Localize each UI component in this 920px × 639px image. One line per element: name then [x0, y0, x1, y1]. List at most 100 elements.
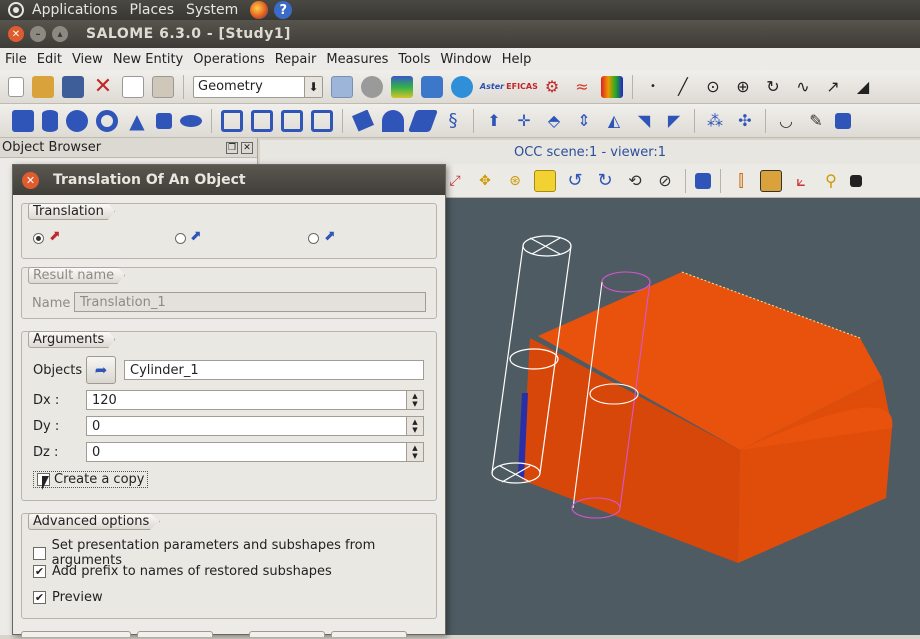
add-prefix-row[interactable]: ✔ Add prefix to names of restored subsha… — [33, 564, 332, 579]
translation-mode-radio-1[interactable] — [33, 233, 44, 244]
dump-view-icon[interactable] — [760, 169, 782, 192]
fillet-icon[interactable]: ◡ — [775, 110, 797, 132]
menu-view[interactable]: View — [72, 52, 103, 67]
graduated-axes-icon[interactable] — [850, 174, 862, 187]
revolution-icon[interactable] — [382, 109, 404, 132]
window-minimize-icon[interactable]: – — [30, 26, 46, 42]
extrusion-icon[interactable] — [352, 109, 374, 132]
dy-spin-arrows-icon[interactable]: ▲ ▼ — [406, 417, 423, 435]
vector-icon[interactable]: ↗ — [822, 76, 844, 98]
yacs-module-icon[interactable] — [421, 75, 443, 98]
cone-icon[interactable]: ▲ — [126, 109, 148, 133]
result-name-field[interactable]: Translation_1 — [74, 292, 426, 312]
cut-icon[interactable] — [281, 109, 303, 132]
applications-menu[interactable]: Applications — [32, 2, 118, 18]
dz-spinbox[interactable]: 0 ▲ ▼ — [86, 442, 424, 462]
window-close-icon[interactable]: ✕ — [8, 26, 24, 42]
rotation-icon[interactable]: ✛ — [513, 110, 535, 132]
eficas-module-icon[interactable]: EFICAS — [506, 76, 538, 98]
rotate-right-icon[interactable]: ↻ — [594, 170, 616, 192]
ellipse-icon[interactable]: ⊕ — [732, 76, 754, 98]
menu-window[interactable]: Window — [440, 52, 491, 67]
float-panel-icon[interactable]: ❐ — [226, 141, 238, 154]
close-study-icon[interactable]: ✕ — [92, 74, 114, 99]
projection-icon[interactable]: ◤ — [663, 110, 685, 132]
paravis-module-icon[interactable] — [451, 75, 473, 98]
fuse-icon[interactable] — [221, 109, 243, 132]
scaling-icon[interactable]: ⚲ — [820, 170, 842, 192]
rectangle-icon[interactable] — [156, 112, 172, 129]
multi-translation-icon[interactable]: ⁂ — [704, 110, 726, 132]
pipe-icon[interactable]: § — [442, 110, 464, 132]
menu-edit[interactable]: Edit — [37, 52, 62, 67]
openturns-module-icon[interactable]: ≈ — [571, 76, 593, 98]
box-icon[interactable] — [12, 109, 34, 132]
menu-measures[interactable]: Measures — [326, 52, 388, 67]
menu-help[interactable]: Help — [502, 52, 532, 67]
menu-file[interactable]: File — [5, 52, 27, 67]
menu-operations[interactable]: Operations — [193, 52, 264, 67]
cylinder-icon[interactable] — [42, 109, 58, 132]
open-folder-icon[interactable] — [32, 75, 54, 98]
pan-icon[interactable]: ✥ — [474, 170, 496, 192]
copy-icon[interactable] — [122, 75, 144, 98]
apply-and-close-button[interactable] — [21, 631, 131, 637]
multi-rotation-icon[interactable]: ✣ — [734, 110, 756, 132]
help-button[interactable] — [331, 631, 407, 637]
window-maximize-icon[interactable]: ▴ — [52, 26, 68, 42]
translation-icon[interactable]: ⬆ — [483, 110, 505, 132]
sphere-icon[interactable] — [66, 109, 88, 132]
preview-checkbox[interactable]: ✔ — [33, 591, 46, 604]
translation-mode-radio-3[interactable] — [308, 233, 319, 244]
location-icon[interactable]: ⬘ — [543, 110, 565, 132]
plane-icon[interactable]: ◢ — [852, 76, 874, 98]
curve-icon[interactable]: ∿ — [792, 76, 814, 98]
dz-spin-arrows-icon[interactable]: ▲ ▼ — [406, 443, 423, 461]
trihedron-icon[interactable]: ⟀ — [790, 170, 812, 192]
circle-icon[interactable]: ⊙ — [702, 76, 724, 98]
close-panel-icon[interactable]: ✕ — [241, 141, 253, 154]
line-icon[interactable]: ╱ — [672, 76, 694, 98]
ubuntu-logo-icon[interactable] — [8, 2, 24, 18]
tools-module-icon[interactable]: ⚙ — [541, 76, 563, 98]
dx-spinbox[interactable]: 120 ▲ ▼ — [86, 390, 424, 410]
help-icon[interactable]: ? — [274, 1, 293, 19]
menu-repair[interactable]: Repair — [275, 52, 317, 67]
module-selector[interactable]: Geometry ⬇ — [193, 75, 323, 98]
set-presentation-checkbox[interactable] — [33, 546, 46, 560]
places-menu[interactable]: Places — [130, 2, 175, 18]
select-objects-button[interactable]: ➦ — [86, 356, 116, 384]
rainbow-module-icon[interactable] — [601, 75, 623, 98]
scale-icon[interactable]: ◭ — [603, 110, 625, 132]
preview-row[interactable]: ✔ Preview — [33, 590, 103, 605]
global-pan-icon[interactable]: ⊛ — [504, 170, 526, 192]
close-button[interactable] — [249, 631, 325, 637]
create-copy-checkbox-row[interactable]: Create a copy — [33, 471, 149, 488]
firefox-icon[interactable] — [250, 1, 269, 19]
system-menu[interactable]: System — [186, 2, 238, 18]
point-icon[interactable]: • — [642, 76, 664, 98]
objects-field[interactable]: Cylinder_1 — [124, 360, 424, 380]
mirror-icon[interactable]: ⇕ — [573, 110, 595, 132]
zoom-icon[interactable]: ⤢ — [444, 170, 466, 192]
save-icon[interactable] — [62, 75, 84, 98]
offset-icon[interactable]: ◥ — [633, 110, 655, 132]
apply-button[interactable] — [137, 631, 213, 637]
shape-icon[interactable] — [835, 112, 851, 129]
common-icon[interactable] — [251, 109, 273, 132]
rotate-left-icon[interactable]: ↺ — [564, 170, 586, 192]
dx-spin-arrows-icon[interactable]: ▲ ▼ — [406, 391, 423, 409]
filling-icon[interactable] — [407, 109, 439, 132]
section-icon[interactable] — [311, 109, 333, 132]
menu-tools[interactable]: Tools — [398, 52, 430, 67]
chamfer-icon[interactable]: ✎ — [805, 110, 827, 132]
translation-mode-radio-2[interactable] — [175, 233, 186, 244]
add-prefix-checkbox[interactable]: ✔ — [33, 565, 46, 578]
clipping-icon[interactable]: ⫿ — [730, 170, 752, 192]
torus-icon[interactable] — [96, 109, 118, 132]
geometry-module-icon[interactable] — [331, 75, 353, 98]
disk-icon[interactable] — [180, 114, 202, 127]
dialog-close-icon[interactable]: ✕ — [22, 171, 39, 189]
dy-spinbox[interactable]: 0 ▲ ▼ — [86, 416, 424, 436]
fit-all-icon[interactable] — [534, 169, 556, 192]
